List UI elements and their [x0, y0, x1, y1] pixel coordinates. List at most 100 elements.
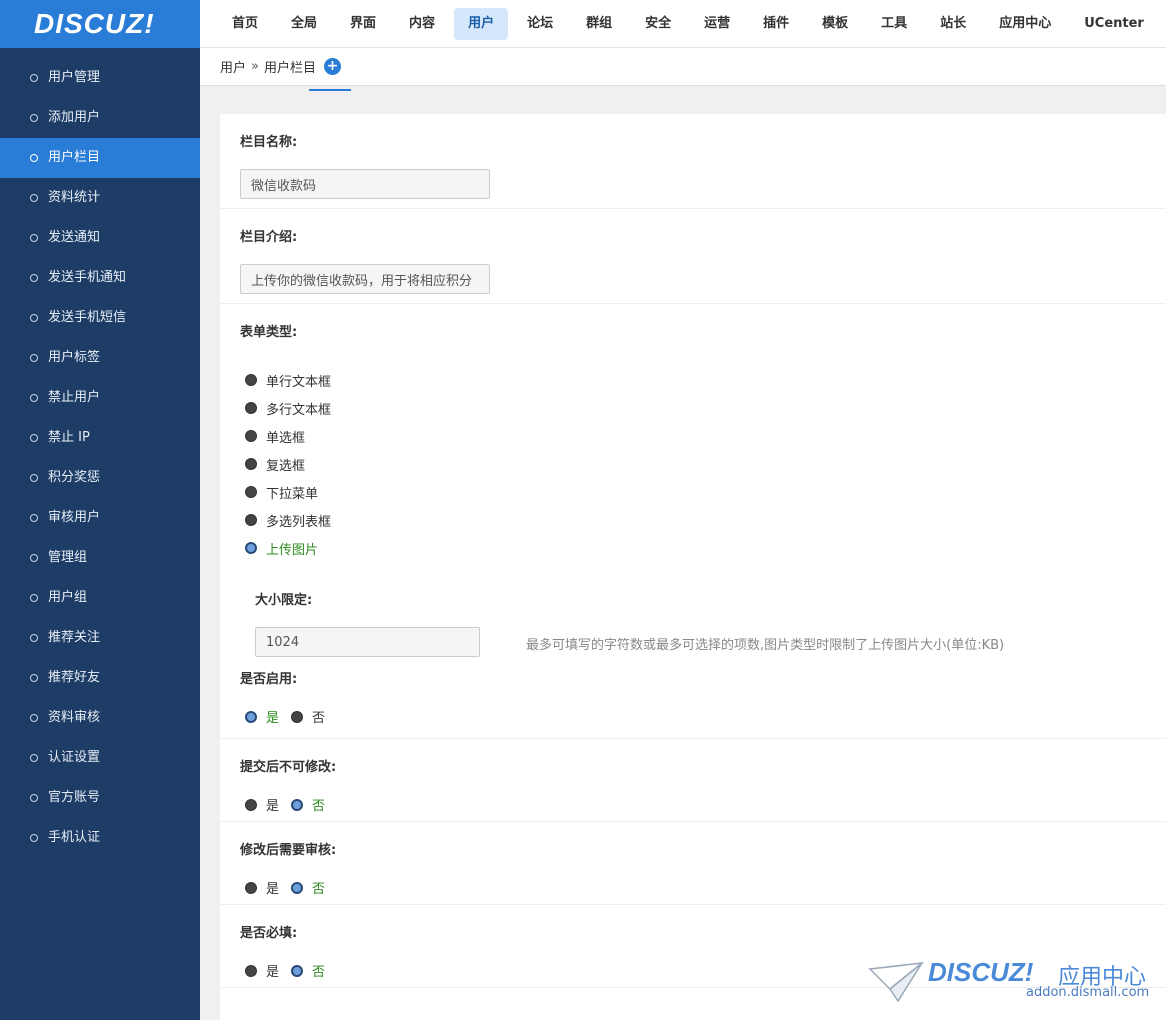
bullet-icon [30, 674, 38, 682]
sidebar-item[interactable]: 发送手机通知 [0, 258, 200, 298]
sidebar-item[interactable]: 推荐好友 [0, 658, 200, 698]
radio-no[interactable] [291, 798, 304, 811]
radio-button[interactable] [245, 486, 257, 498]
nav-item[interactable]: 界面 [336, 8, 390, 40]
bullet-icon [30, 794, 38, 802]
type-option[interactable]: 单行文本框 [245, 366, 1166, 394]
radio-button[interactable] [245, 402, 257, 414]
sidebar-item-label: 发送手机通知 [48, 270, 127, 285]
sidebar-item[interactable]: 发送手机短信 [0, 298, 200, 338]
nav-item[interactable]: 内容 [395, 8, 449, 40]
radio-yes[interactable] [245, 710, 257, 723]
sidebar-item[interactable]: 发送通知 [0, 218, 200, 258]
bullet-icon [30, 834, 38, 842]
radio-no[interactable] [291, 881, 304, 894]
radio-button[interactable] [245, 430, 257, 442]
sidebar-item[interactable]: 审核用户 [0, 498, 200, 538]
radio-no[interactable] [291, 964, 304, 977]
radio-no-label: 否 [312, 965, 326, 980]
form-panel: 栏目名称: 栏目介绍: 表单类型: 单行文本框多行文本框单选框复选框下拉菜单多选… [220, 114, 1166, 1020]
sidebar-item[interactable]: 禁止用户 [0, 378, 200, 418]
logo[interactable]: DISCUZ! [0, 0, 200, 48]
nav-item[interactable]: 首页 [218, 8, 272, 40]
nav-item[interactable]: 插件 [749, 8, 803, 40]
sidebar-item-label: 发送通知 [48, 230, 101, 245]
size-field[interactable] [255, 627, 480, 657]
breadcrumb-current: 用户栏目 [263, 61, 316, 76]
bullet-icon [30, 554, 38, 562]
sidebar-item-label: 添加用户 [48, 110, 101, 125]
type-option[interactable]: 多选列表框 [245, 506, 1166, 534]
sidebar-item-label: 用户标签 [48, 350, 101, 365]
sidebar-item-label: 用户栏目 [48, 150, 101, 165]
type-option[interactable]: 下拉菜单 [245, 478, 1166, 506]
type-option[interactable]: 复选框 [245, 450, 1166, 478]
type-option[interactable]: 单选框 [245, 422, 1166, 450]
top-navigation: 首页 全局 界面 内容 用户 论坛 群组 安全 运营 插件 模板 工具 站长 应用中心 UCenter [200, 0, 1166, 48]
add-icon[interactable]: + [324, 58, 341, 75]
sidebar: 用户管理添加用户用户栏目资料统计发送通知发送手机通知发送手机短信用户标签禁止用户… [0, 48, 200, 1020]
nav-item[interactable]: 论坛 [513, 8, 567, 40]
watermark-url: addon.dismall.com [1026, 985, 1150, 1000]
nav-item[interactable]: 应用中心 [985, 8, 1065, 40]
radio-yes[interactable] [245, 881, 257, 894]
radio-no[interactable] [291, 710, 304, 723]
radio-yes[interactable] [245, 964, 257, 977]
enabled-section: 是否启用: 是否 [220, 668, 1166, 739]
name-label: 栏目名称: [240, 135, 298, 150]
bullet-icon [30, 274, 38, 282]
nav-item[interactable]: 群组 [572, 8, 626, 40]
bullet-icon [30, 314, 38, 322]
radio-button[interactable] [245, 374, 257, 386]
sidebar-item[interactable]: 用户管理 [0, 58, 200, 98]
radio-yes-label: 是 [266, 882, 280, 897]
sidebar-item[interactable]: 添加用户 [0, 98, 200, 138]
type-option-label: 下拉菜单 [266, 486, 319, 502]
enabled-label: 是否启用: [240, 672, 298, 687]
bullet-icon [30, 474, 38, 482]
type-option[interactable]: 多行文本框 [245, 394, 1166, 422]
sidebar-item[interactable]: 推荐关注 [0, 618, 200, 658]
sidebar-item[interactable]: 用户标签 [0, 338, 200, 378]
sidebar-item-label: 官方账号 [48, 790, 101, 805]
sidebar-item[interactable]: 积分奖惩 [0, 458, 200, 498]
nav-item[interactable]: 安全 [631, 8, 685, 40]
sidebar-item[interactable]: 官方账号 [0, 778, 200, 818]
radio-yes[interactable] [245, 798, 257, 811]
size-label: 大小限定: [255, 593, 313, 608]
nav-item[interactable]: UCenter [1070, 8, 1158, 40]
sidebar-item[interactable]: 资料统计 [0, 178, 200, 218]
sidebar-item[interactable]: 手机认证 [0, 818, 200, 858]
nav-item[interactable]: 模板 [808, 8, 862, 40]
radio-no-label: 否 [312, 711, 326, 726]
nav-item[interactable]: 运营 [690, 8, 744, 40]
nav-item[interactable]: 工具 [867, 8, 921, 40]
intro-label: 栏目介绍: [240, 230, 298, 245]
breadcrumb-parent[interactable]: 用户 [220, 57, 246, 76]
sidebar-item[interactable]: 管理组 [0, 538, 200, 578]
bullet-icon [30, 754, 38, 762]
sidebar-item[interactable]: 禁止 IP [0, 418, 200, 458]
intro-field[interactable] [240, 264, 490, 294]
bullet-icon [30, 394, 38, 402]
sidebar-item[interactable]: 认证设置 [0, 738, 200, 778]
sidebar-item[interactable]: 资料审核 [0, 698, 200, 738]
sidebar-item-label: 禁止用户 [48, 390, 101, 405]
name-field[interactable] [240, 169, 490, 199]
sidebar-item[interactable]: 用户组 [0, 578, 200, 618]
bullet-icon [30, 234, 38, 242]
radio-button[interactable] [245, 514, 257, 526]
sidebar-item-label: 认证设置 [48, 750, 101, 765]
readonly-radios: 是否 [240, 795, 1166, 814]
radio-button[interactable] [245, 458, 257, 470]
nav-item[interactable]: 站长 [926, 8, 980, 40]
radio-button[interactable] [245, 542, 257, 554]
radio-yes-label: 是 [266, 965, 280, 980]
sidebar-item[interactable]: 用户栏目 [0, 138, 200, 178]
nav-item[interactable]: 用户 [454, 7, 509, 40]
type-option[interactable]: 上传图片 [245, 534, 1166, 562]
breadcrumb-separator: » [251, 59, 259, 74]
name-section: 栏目名称: [220, 114, 1166, 209]
nav-item[interactable]: 全局 [277, 8, 331, 40]
type-option-label: 单行文本框 [266, 374, 332, 390]
